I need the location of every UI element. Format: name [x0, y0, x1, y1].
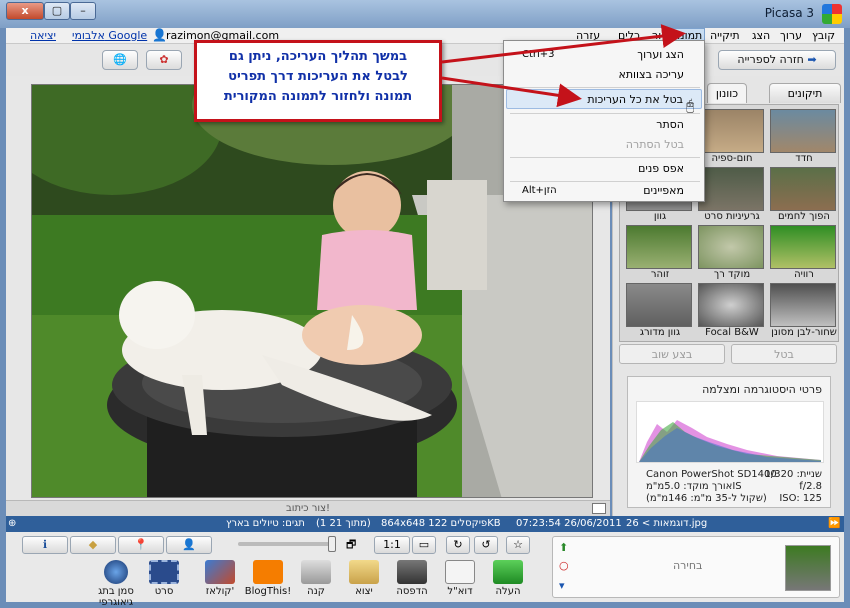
arrow-to-menu [441, 24, 686, 64]
arrow-to-undo-item [441, 76, 582, 108]
callout-arrows [441, 24, 686, 108]
